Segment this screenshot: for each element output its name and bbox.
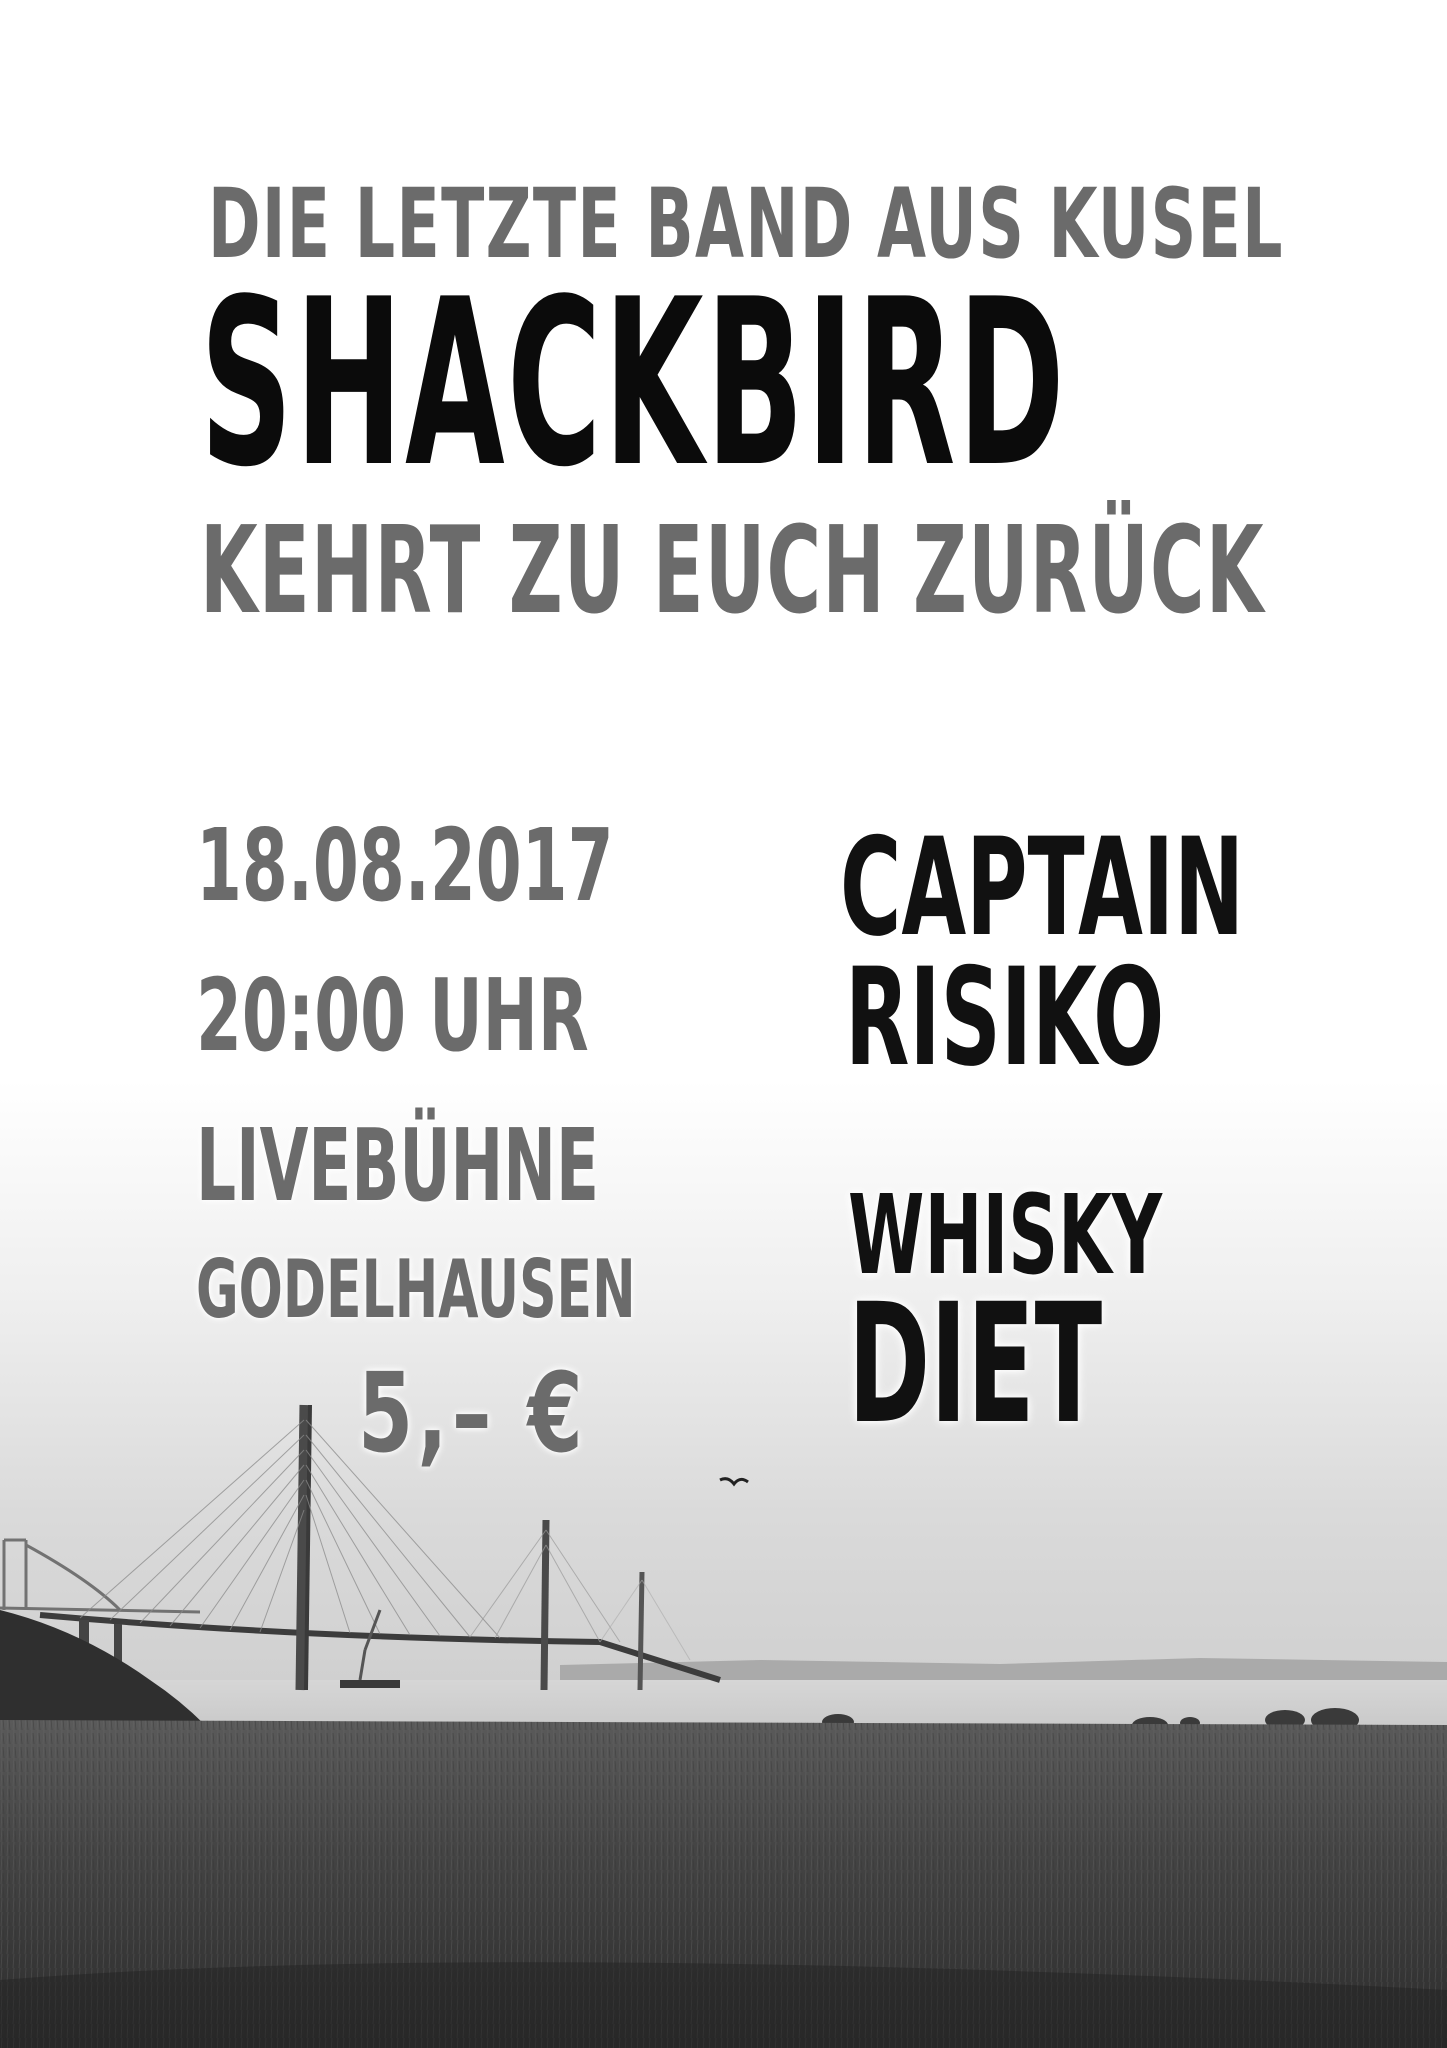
headline-bottom-line: KEHRT ZU EUCH ZURÜCK <box>200 502 1265 641</box>
event-town: GODELHAUSEN <box>196 1243 636 1336</box>
event-date: 18.08.2017 <box>196 807 614 924</box>
event-venue: LIVEBÜHNE <box>196 1107 600 1224</box>
bridge-landscape-photo <box>0 1404 1447 2048</box>
support-act-1-line1: CAPTAIN <box>840 809 1245 966</box>
support-act-2-line2: DIET <box>848 1268 1103 1460</box>
band-name-title: SHACKBIRD <box>200 251 1067 518</box>
concert-poster: DIE LETZTE BAND AUS KUSEL SHACKBIRD KEHR… <box>0 0 1447 2048</box>
event-time: 20:00 UHR <box>196 957 589 1074</box>
support-act-1-line2: RISIKO <box>845 939 1165 1096</box>
event-price: 5,– € <box>358 1349 588 1477</box>
old-bridge <box>0 1538 201 1614</box>
seagull <box>719 1477 749 1487</box>
